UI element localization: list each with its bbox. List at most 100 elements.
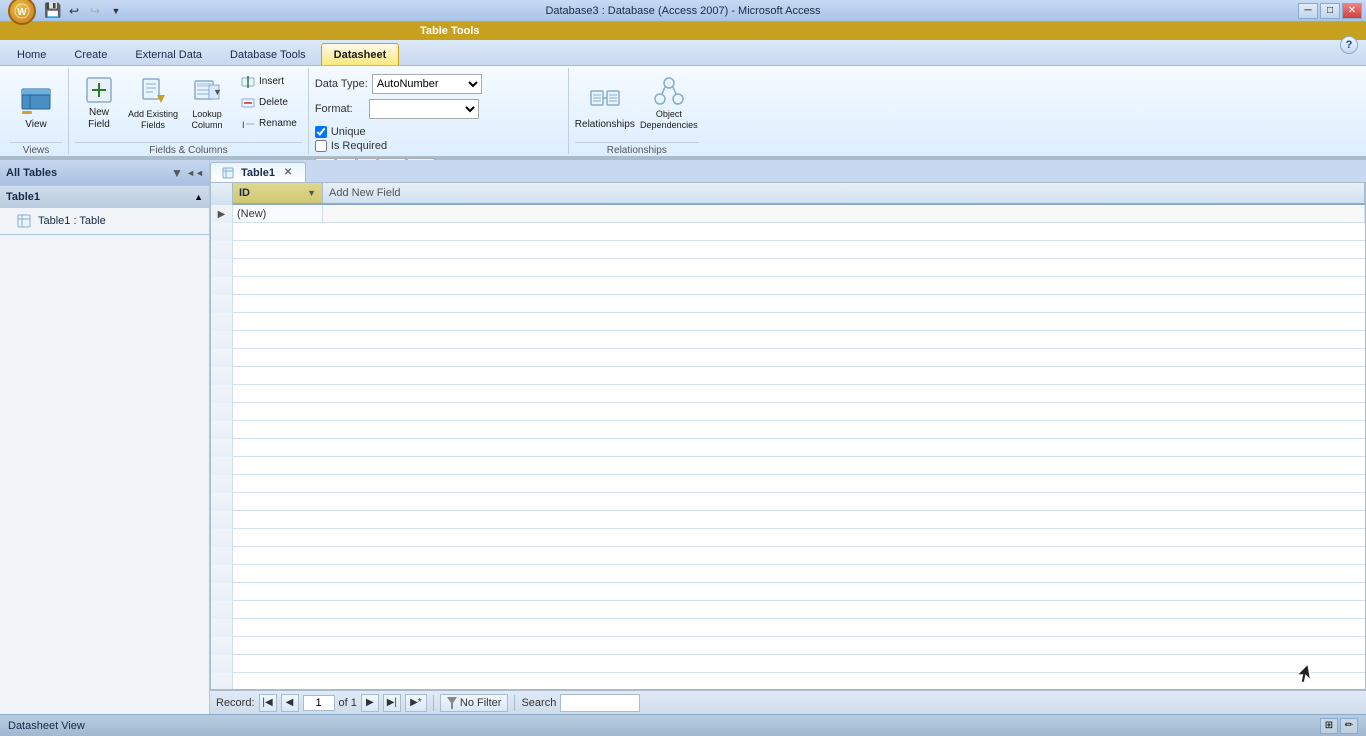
object-dependencies-button[interactable]: Object Dependencies — [639, 70, 699, 136]
search-input[interactable] — [560, 694, 640, 712]
design-view-icon[interactable]: ✏ — [1340, 718, 1358, 734]
delete-icon — [240, 95, 256, 111]
data-type-group: Data Type: AutoNumber Text Number Date/T… — [309, 68, 569, 154]
help-button[interactable]: ? — [1340, 36, 1358, 54]
id-cell-new[interactable]: (New) — [233, 205, 323, 222]
empty-row — [211, 565, 1365, 583]
unique-checkbox[interactable] — [315, 126, 327, 138]
doc-tab-close[interactable]: ✕ — [281, 166, 295, 180]
new-field-icon — [83, 75, 115, 105]
nav-panel-title: All Tables — [6, 167, 57, 179]
record-next-button[interactable]: ▶ — [361, 694, 379, 712]
empty-row — [211, 637, 1365, 655]
undo-button[interactable]: ↩ — [65, 2, 83, 20]
close-button[interactable]: ✕ — [1342, 3, 1362, 19]
empty-row — [211, 655, 1365, 673]
relationships-group-label: Relationships — [575, 142, 699, 156]
quick-access-dropdown[interactable]: ▼ — [107, 2, 125, 20]
delete-label: Delete — [259, 97, 288, 109]
view-btn-label: View — [25, 119, 47, 131]
relationships-icon — [589, 85, 621, 117]
record-prev-button[interactable]: ◀ — [281, 694, 299, 712]
record-number-input[interactable] — [303, 695, 335, 711]
context-tab-label: Table Tools — [360, 23, 540, 39]
datasheet-view-icon[interactable]: ⊞ — [1320, 718, 1338, 734]
table-body: ▶ (New) — [211, 205, 1365, 690]
nav-item-table1[interactable]: Table1 : Table — [0, 210, 209, 232]
empty-row — [211, 313, 1365, 331]
table-header: ID ▼ Add New Field — [211, 183, 1365, 205]
empty-row — [211, 367, 1365, 385]
row-indicator-header — [211, 183, 233, 205]
view-button[interactable]: View — [10, 70, 62, 136]
id-col-dropdown[interactable]: ▼ — [307, 188, 316, 198]
lookup-column-button[interactable]: ▼ Lookup Column — [183, 70, 231, 136]
svg-text:W: W — [17, 7, 27, 18]
record-first-button[interactable]: |◀ — [259, 694, 277, 712]
format-select[interactable] — [369, 99, 479, 119]
record-last-button[interactable]: ▶| — [383, 694, 401, 712]
fields-columns-group: New Field — [69, 68, 309, 154]
tab-home[interactable]: Home — [4, 43, 59, 65]
add-existing-icon — [137, 75, 169, 107]
empty-row — [211, 547, 1365, 565]
record-of-label: of 1 — [339, 697, 357, 709]
record-navigation: Record: |◀ ◀ of 1 ▶ ▶| ▶* No Filter Sear… — [210, 690, 1366, 714]
record-new-button[interactable]: ▶* — [405, 694, 427, 712]
view-icon — [20, 85, 52, 117]
nav-item-table1-label: Table1 : Table — [38, 215, 106, 227]
add-existing-fields-button[interactable]: Add Existing Fields — [127, 70, 179, 136]
empty-row — [211, 583, 1365, 601]
tab-datasheet[interactable]: Datasheet — [321, 43, 400, 65]
search-label: Search — [521, 697, 556, 709]
object-dependencies-icon — [653, 75, 685, 107]
nav-group-collapse-icon: ▲ — [194, 192, 203, 202]
nav-panel-collapse[interactable]: ◄◄ — [187, 165, 203, 181]
minimize-button[interactable]: ─ — [1298, 3, 1318, 19]
empty-row — [211, 385, 1365, 403]
relationships-group: Relationships Object Depe — [569, 68, 705, 154]
new-field-label: New Field — [88, 107, 110, 131]
tab-database-tools[interactable]: Database Tools — [217, 43, 319, 65]
empty-row — [211, 295, 1365, 313]
empty-row — [211, 421, 1365, 439]
nav-panel-dropdown[interactable]: ▼ — [169, 165, 185, 181]
lookup-icon: ▼ — [191, 75, 223, 107]
add-existing-label: Add Existing Fields — [128, 109, 178, 131]
tab-external-data[interactable]: External Data — [122, 43, 215, 65]
rename-button[interactable]: I Rename — [235, 114, 302, 134]
new-field-button[interactable]: New Field — [75, 70, 123, 136]
nav-group-table1[interactable]: Table1 ▲ — [0, 186, 209, 208]
empty-row — [211, 601, 1365, 619]
tab-create[interactable]: Create — [61, 43, 120, 65]
id-col-label: ID — [239, 187, 250, 199]
data-type-select[interactable]: AutoNumber Text Number Date/Time Currenc… — [372, 74, 482, 94]
document-tab-table1[interactable]: Table1 ✕ — [210, 162, 306, 182]
relationships-button[interactable]: Relationships — [575, 70, 635, 136]
table-icon — [16, 213, 32, 229]
id-column-header[interactable]: ID ▼ — [233, 183, 323, 203]
insert-button[interactable]: Insert — [235, 72, 302, 92]
is-required-checkbox[interactable] — [315, 140, 327, 152]
save-button[interactable]: 💾 — [44, 2, 62, 20]
empty-row — [211, 241, 1365, 259]
is-required-label: Is Required — [331, 140, 387, 152]
redo-button[interactable]: ↪ — [86, 2, 104, 20]
delete-button[interactable]: Delete — [235, 93, 302, 113]
empty-row — [211, 349, 1365, 367]
add-new-field-header[interactable]: Add New Field — [323, 183, 1365, 203]
object-dependencies-label: Object Dependencies — [640, 109, 698, 131]
format-label: Format: — [315, 103, 353, 115]
rename-icon: I — [240, 116, 256, 132]
office-button[interactable]: W — [8, 0, 36, 25]
nav-divider — [433, 695, 434, 711]
empty-row — [211, 529, 1365, 547]
empty-row — [211, 277, 1365, 295]
insert-icon — [240, 74, 256, 90]
fields-columns-label: Fields & Columns — [75, 142, 302, 156]
svg-text:I: I — [242, 120, 245, 130]
maximize-button[interactable]: □ — [1320, 3, 1340, 19]
no-filter-button[interactable]: No Filter — [440, 694, 509, 712]
add-field-cell-new — [323, 205, 1365, 222]
empty-row — [211, 331, 1365, 349]
